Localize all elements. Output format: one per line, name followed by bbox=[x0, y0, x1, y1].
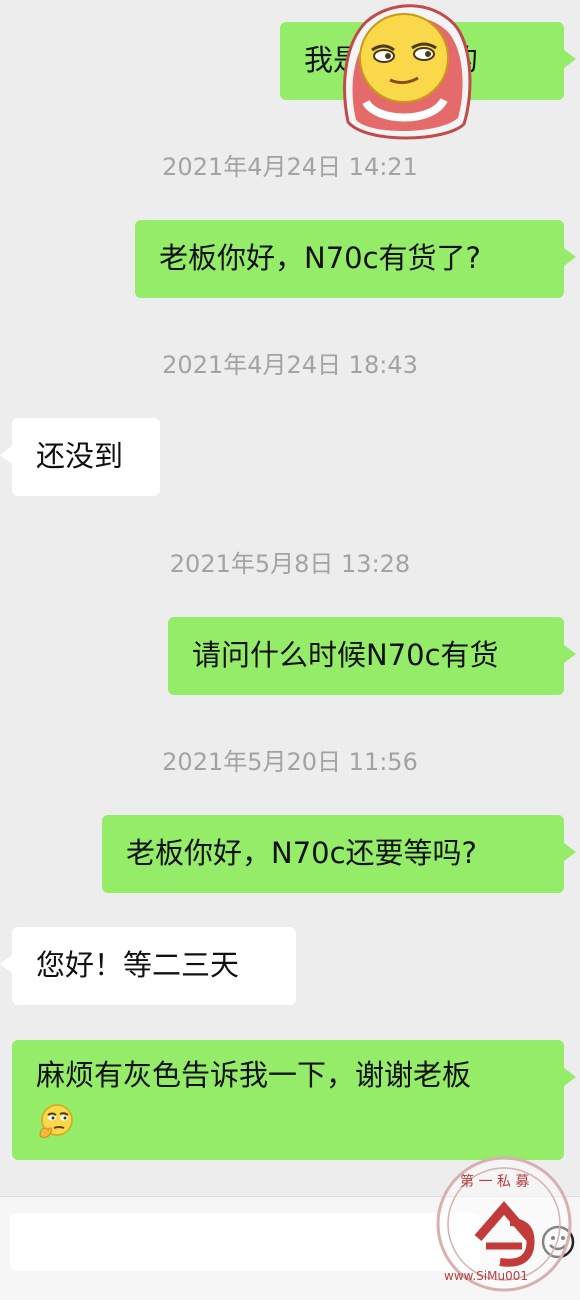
message-bubble-outgoing[interactable]: 麻烦有灰色告诉我一下，谢谢老板 bbox=[12, 1040, 576, 1160]
message-bubble-incoming[interactable]: 您好！等二三天 bbox=[0, 927, 296, 1005]
timestamp: 2021年5月8日 13:28 bbox=[169, 550, 411, 578]
timestamp: 2021年5月20日 11:56 bbox=[162, 748, 418, 776]
message-text: 请问什么时候N70c有货 bbox=[192, 638, 499, 672]
message-input[interactable] bbox=[10, 1213, 480, 1271]
message-bubble-incoming[interactable]: 还没到 bbox=[0, 418, 160, 496]
watermark-url-text: www.SiMu001 bbox=[444, 1269, 528, 1283]
timestamp: 2021年4月24日 14:21 bbox=[162, 153, 418, 181]
thinking-emoji-icon bbox=[39, 1104, 73, 1138]
message-text: 老板你好，N70c有货了? bbox=[159, 241, 481, 275]
watermark-top-text: 第 一 私 募 bbox=[460, 1173, 529, 1190]
sticker-emoji-icon bbox=[343, 4, 472, 140]
timestamp: 2021年4月24日 18:43 bbox=[162, 351, 418, 379]
message-bubble-outgoing[interactable]: 请问什么时候N70c有货 bbox=[168, 617, 576, 695]
watermark-logo-icon: 第 一 私 募 www.SiMu001 bbox=[436, 1156, 572, 1292]
message-text: 还没到 bbox=[36, 439, 124, 473]
message-text: 您好！等二三天 bbox=[36, 948, 240, 982]
chat-area: 我是从这边的 2021年4月24日 14:21 老板你好，N70c有货了? 20… bbox=[0, 0, 580, 1196]
message-text: 麻烦有灰色告诉我一下，谢谢老板 bbox=[36, 1058, 472, 1092]
message-bubble-outgoing[interactable]: 老板你好，N70c有货了? bbox=[135, 220, 576, 298]
message-bubble-outgoing[interactable]: 老板你好，N70c还要等吗? bbox=[102, 815, 576, 893]
message-text: 老板你好，N70c还要等吗? bbox=[126, 836, 477, 870]
